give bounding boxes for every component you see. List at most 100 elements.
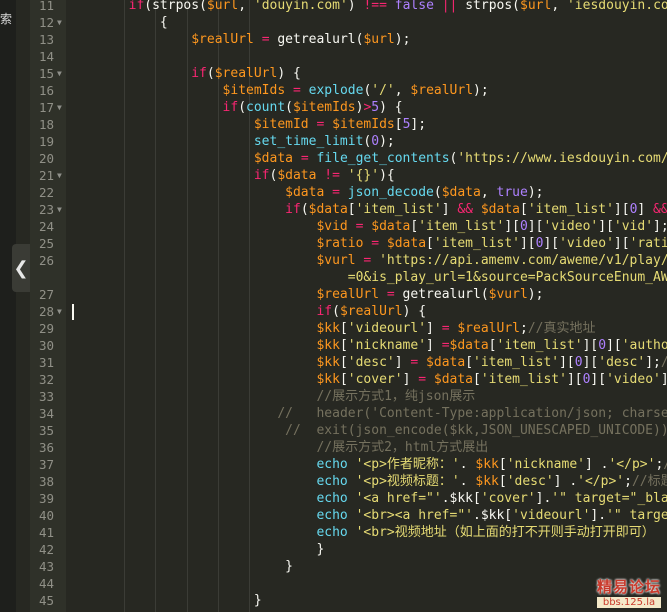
code-line[interactable]: =0&is_play_url=1&source=PackSourceEnum_A… — [66, 269, 667, 286]
collapse-panel-button[interactable]: ❮ — [12, 244, 30, 292]
code-token: $data — [253, 151, 293, 166]
code-token: $itemIds — [293, 100, 356, 115]
code-token: $data — [480, 202, 520, 217]
code-token: json_decode — [347, 185, 434, 200]
code-token: [ — [347, 202, 356, 217]
code-line[interactable]: $vurl = 'https://api.amemv.com/aweme/v1/… — [66, 252, 667, 269]
code-line[interactable]: if(count($itemIds)>5) { — [66, 99, 403, 116]
code-token: $realUrl — [457, 321, 520, 336]
code-line[interactable]: if($data != '{}'){ — [66, 167, 395, 184]
code-line[interactable]: if($realUrl) { — [66, 65, 301, 82]
code-line[interactable]: if($data['item_list'] && $data['item_lis… — [66, 201, 667, 218]
fold-toggle-icon[interactable]: ▼ — [57, 14, 62, 31]
code-line[interactable]: echo '<br><a href="'.$kk['videourl'].'" … — [66, 507, 667, 524]
code-token: 'item_list' — [418, 219, 505, 234]
code-line[interactable]: $vid = $data['item_list'][0]['video']['v… — [66, 218, 667, 235]
fold-toggle-icon[interactable]: ▼ — [57, 303, 62, 320]
code-token: //真实地址 — [527, 321, 596, 336]
left-tab-label[interactable]: 索 — [0, 10, 12, 27]
code-token: = — [441, 338, 450, 353]
code-line[interactable]: echo '<p>作者昵称：'. $kk['nickname'] .'</p>'… — [66, 456, 667, 473]
code-line[interactable]: $itemIds = explode('/', $realUrl); — [66, 82, 489, 99]
fold-toggle-icon[interactable]: ▼ — [57, 167, 62, 184]
code-token: '<p>作者昵称：' — [355, 457, 460, 472]
fold-toggle-icon[interactable]: ▼ — [57, 65, 62, 82]
code-token: = — [418, 372, 427, 387]
code-line[interactable]: // exit(json_encode($kk,JSON_UNESCAPED_U… — [66, 422, 667, 439]
code-line[interactable]: } — [66, 558, 293, 575]
line-number: 23 — [38, 202, 54, 217]
code-token: 'cover' — [480, 491, 536, 506]
code-line[interactable]: $data = json_decode($data, true); — [66, 184, 543, 201]
code-line[interactable]: echo '<a href="'.$kk['cover'].'" target=… — [66, 490, 667, 507]
code-token: ) { — [277, 66, 301, 81]
line-number: 25 — [38, 236, 54, 251]
code-line[interactable]: echo '<p>视频标题：'. $kk['desc'] .'</p>';//标… — [66, 473, 667, 490]
code-line[interactable]: $kk['nickname'] =$data['item_list'][0]['… — [66, 337, 667, 354]
code-token: '</p>' — [577, 474, 625, 489]
code-line[interactable]: $kk['cover'] = $data['item_list'][0]['vi… — [66, 371, 667, 388]
line-number: 15 — [38, 66, 54, 81]
fold-toggle-icon[interactable]: ▼ — [57, 99, 62, 116]
code-line[interactable]: $data = file_get_contents('https://www.i… — [66, 150, 667, 167]
code-token: ]; — [653, 219, 667, 234]
code-line[interactable]: if($realUrl) { — [66, 303, 426, 320]
code-token: ) { — [402, 304, 427, 319]
line-number: 43 — [38, 559, 54, 574]
line-number: 21 — [38, 168, 54, 183]
code-line[interactable]: } — [66, 541, 324, 558]
line-number: 42 — [38, 542, 54, 557]
code-token: 'videourl' — [347, 321, 427, 336]
code-token: '<br><a href="' — [355, 508, 473, 523]
code-token: } — [66, 593, 262, 608]
code-line[interactable]: //展示方式2，html方式展出 — [66, 439, 488, 456]
code-token: !== — [363, 0, 387, 13]
code-line[interactable]: } — [66, 592, 262, 609]
code-token: 'item_list' — [527, 202, 614, 217]
code-token: 'iesdouyin.com' — [566, 0, 667, 13]
code-line[interactable]: $realUrl = getrealurl($vurl); — [66, 286, 543, 303]
code-token: count — [246, 100, 286, 115]
text-cursor — [72, 304, 74, 320]
code-token: [ — [339, 338, 348, 353]
line-number: 14 — [38, 49, 54, 64]
code-token: $data — [285, 185, 325, 200]
code-line[interactable]: set_time_limit(0); — [66, 133, 395, 150]
code-line[interactable]: echo '<br>视频地址（如上面的打不开则手动打开即可） — [66, 524, 654, 541]
code-token: [ — [339, 372, 348, 387]
code-line[interactable]: $realUrl = getrealurl($url); — [66, 31, 410, 48]
code-line[interactable]: $kk['desc'] = $data['item_list'][0]['des… — [66, 354, 667, 371]
line-number: 20 — [38, 151, 54, 166]
code-line[interactable]: $kk['videourl'] = $realUrl;//真实地址 — [66, 320, 595, 337]
fold-toggle-icon[interactable]: ▼ — [57, 201, 62, 218]
code-line[interactable]: $itemId = $itemIds[5]; — [66, 116, 426, 133]
code-token: && — [653, 202, 667, 217]
code-token: [ — [519, 202, 528, 217]
code-token: ( — [238, 100, 247, 115]
code-editor[interactable]: 索 ❮ 精易论坛 bbs.125.la 11 if(strpos($url, '… — [0, 0, 667, 612]
code-line[interactable]: $ratio = $data['item_list'][0]['video'][… — [66, 235, 667, 252]
code-token: ][ — [613, 236, 630, 251]
line-number: 19 — [38, 134, 54, 149]
code-token: 'douyin.com' — [253, 0, 348, 13]
code-line[interactable]: if(strpos($url, 'douyin.com') !== false … — [66, 0, 667, 14]
code-line[interactable]: // header('Content-Type:application/json… — [66, 405, 667, 422]
line-number: 22 — [38, 185, 54, 200]
code-token: } — [66, 559, 293, 574]
code-token: , — [238, 0, 254, 13]
code-token: $url — [363, 32, 395, 47]
code-line[interactable]: { — [66, 14, 168, 31]
code-line[interactable]: //展示方式1，纯json展示 — [66, 388, 475, 405]
code-token: $kk — [316, 321, 340, 336]
